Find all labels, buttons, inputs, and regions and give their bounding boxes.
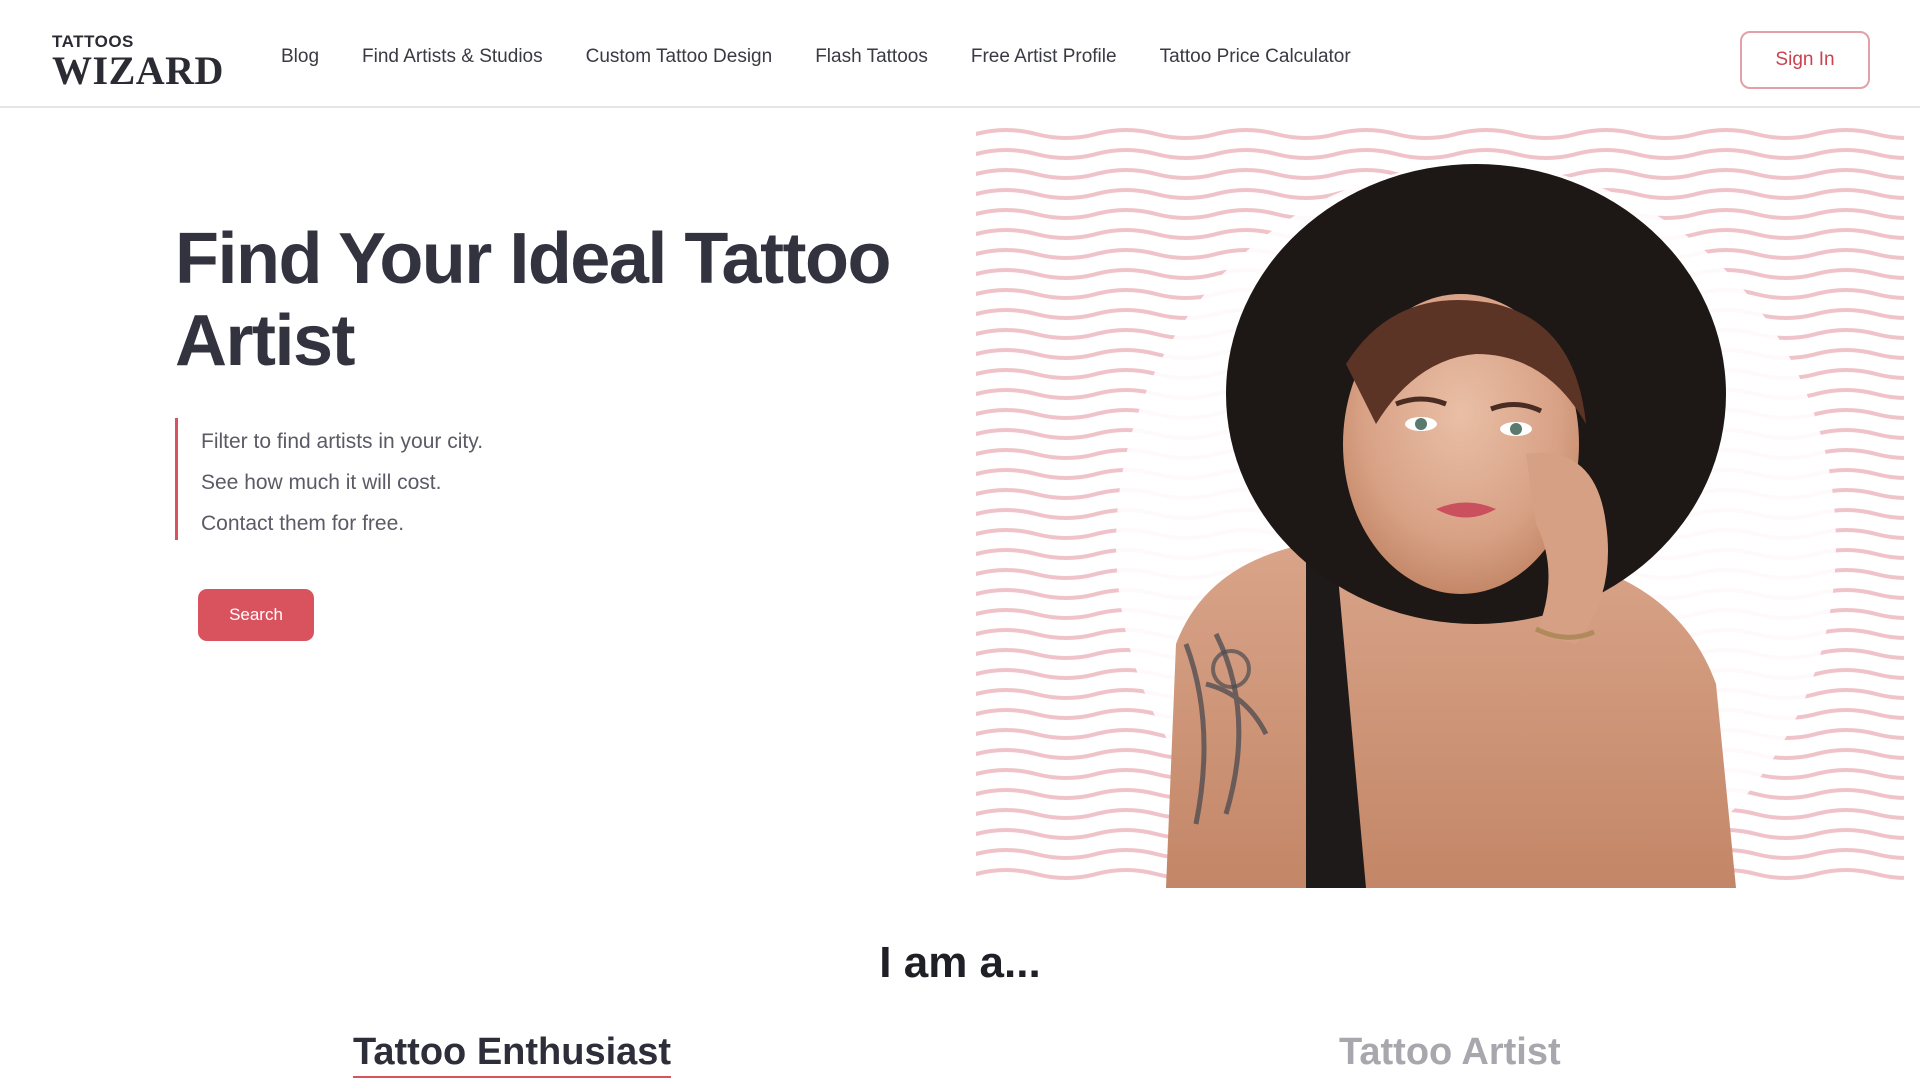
hero-title: Find Your Ideal Tattoo Artist (175, 218, 975, 382)
sign-in-button[interactable]: Sign In (1740, 31, 1870, 89)
hero-title-line-2: Artist (175, 301, 356, 381)
nav-flash-tattoos[interactable]: Flash Tattoos (815, 46, 928, 68)
tab-tattoo-artist[interactable]: Tattoo Artist (1339, 1031, 1561, 1076)
hero-line-cost: See how much it will cost. (201, 471, 442, 494)
hero-title-line-1: Find Your Ideal Tattoo (175, 219, 891, 299)
site-logo[interactable]: TATTOOS WIZARD (52, 32, 224, 96)
hero-image (976, 124, 1904, 888)
hero-line-contact: Contact them for free. (201, 512, 405, 535)
logo-wordmark-bottom: WIZARD (52, 48, 224, 93)
hero-line-filter: Filter to find artists in your city. (201, 430, 484, 453)
hero-feature-list: Filter to find artists in your city. See… (175, 418, 483, 540)
nav-tattoo-price-calculator[interactable]: Tattoo Price Calculator (1160, 46, 1351, 68)
section-heading: I am a... (879, 938, 1041, 987)
nav-custom-tattoo-design[interactable]: Custom Tattoo Design (586, 46, 773, 68)
main-nav: Blog Find Artists & Studios Custom Tatto… (281, 44, 1351, 70)
search-button[interactable]: Search (198, 589, 314, 641)
nav-free-artist-profile[interactable]: Free Artist Profile (971, 46, 1117, 68)
tab-tattoo-enthusiast[interactable]: Tattoo Enthusiast (353, 1031, 672, 1078)
nav-blog[interactable]: Blog (281, 46, 319, 68)
tattooed-model-photo-icon (976, 124, 1904, 888)
nav-find-artists-studios[interactable]: Find Artists & Studios (362, 46, 543, 68)
site-header: TATTOOS WIZARD Blog Find Artists & Studi… (0, 0, 1920, 108)
